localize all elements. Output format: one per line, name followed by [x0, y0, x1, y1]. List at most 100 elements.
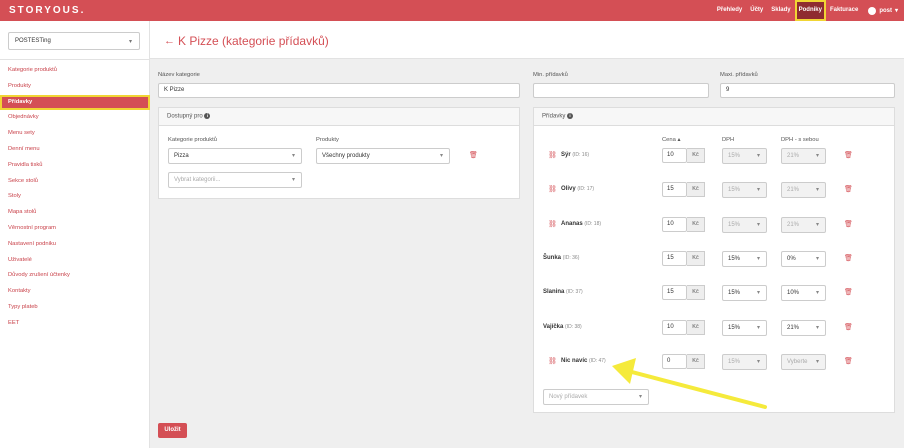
- addon-vat-takeaway-select[interactable]: 0% ▾: [781, 250, 826, 267]
- trash-icon[interactable]: 🗑: [469, 151, 478, 159]
- currency-addon: Kč: [687, 285, 705, 301]
- new-addon-select[interactable]: Nový přídavek ▾: [543, 389, 649, 405]
- sidebar-item-16[interactable]: EET: [0, 316, 150, 332]
- sidebar-item-3[interactable]: Objednávky: [0, 110, 150, 126]
- addon-price-input[interactable]: 10: [662, 148, 687, 163]
- sidebar-item-6[interactable]: Pravidla tisků: [0, 158, 150, 174]
- brand-logo[interactable]: STORYOUS.: [9, 5, 85, 16]
- addon-vat-takeaway-select[interactable]: Vyberte ▾: [781, 353, 826, 370]
- addon-vat-select[interactable]: 15% ▾: [722, 216, 767, 233]
- nav-item-2[interactable]: Sklady: [767, 0, 794, 21]
- max-addons-input[interactable]: 9: [720, 83, 895, 98]
- sidebar-item-0[interactable]: Kategorie produktů: [0, 63, 150, 79]
- nav-item-3[interactable]: Podniky: [794, 0, 826, 21]
- trash-icon[interactable]: 🗑: [844, 357, 853, 365]
- currency-addon: Kč: [687, 182, 705, 198]
- min-addons-input[interactable]: [533, 83, 709, 98]
- addon-vat-takeaway-select[interactable]: 10% ▾: [781, 285, 826, 302]
- sidebar-item-11[interactable]: Nastavení podniku: [0, 237, 150, 253]
- sidebar-item-5[interactable]: Denní menu: [0, 142, 150, 158]
- addon-price-input[interactable]: 0: [662, 353, 687, 369]
- chevron-down-icon: ▾: [439, 153, 443, 159]
- info-icon[interactable]: i: [204, 113, 211, 119]
- sidebar-item-4[interactable]: Menu sety: [0, 126, 150, 142]
- nav-item-1[interactable]: Účty: [746, 0, 767, 21]
- sidebar-item-15[interactable]: Typy plateb: [0, 300, 150, 316]
- addon-name[interactable]: Vajíčka (ID: 38): [543, 324, 582, 330]
- link-icon[interactable]: ⛓: [548, 185, 557, 193]
- nav-item-4[interactable]: Fakturace: [826, 0, 862, 21]
- sidebar-item-2[interactable]: Přídavky: [0, 94, 150, 111]
- sidebar-item-1[interactable]: Produkty: [0, 79, 150, 95]
- sidebar-item-12[interactable]: Uživatelé: [0, 253, 150, 269]
- addon-price-input[interactable]: 15: [662, 285, 687, 301]
- trash-icon[interactable]: 🗑: [844, 220, 853, 228]
- category-name-input[interactable]: K Pizze: [158, 83, 520, 98]
- addon-name[interactable]: Nic navíc (ID: 47): [561, 358, 606, 364]
- chevron-down-icon: ▾: [128, 39, 132, 45]
- addon-name[interactable]: Sýr (ID: 16): [561, 152, 589, 158]
- addon-vat-select[interactable]: 15% ▾: [722, 353, 767, 370]
- addon-name[interactable]: Slanina (ID: 37): [543, 289, 583, 295]
- chevron-down-icon: ▾: [756, 358, 760, 365]
- availability-title: Dostupný pro: [167, 113, 203, 120]
- add-category-select[interactable]: Vybrat kategorii... ▾: [168, 172, 302, 188]
- chevron-down-icon: ▾: [756, 255, 760, 262]
- vat-takeaway-column-header: DPH - s sebou: [781, 137, 819, 143]
- chevron-down-icon: ▾: [815, 290, 819, 297]
- sidebar-item-8[interactable]: Stoly: [0, 189, 150, 205]
- trash-icon[interactable]: 🗑: [844, 288, 853, 296]
- addon-price-input[interactable]: 10: [662, 216, 687, 232]
- addon-vat-takeaway-select[interactable]: 21% ▾: [781, 148, 826, 164]
- addon-price-input[interactable]: 15: [662, 182, 687, 198]
- chevron-down-icon: ▾: [638, 394, 642, 400]
- min-addons-label: Min. přídavků: [533, 72, 568, 78]
- back-arrow-icon[interactable]: ←: [164, 35, 175, 47]
- addon-vat-select[interactable]: 15% ▾: [722, 148, 767, 164]
- addon-price-input[interactable]: 10: [662, 319, 687, 335]
- sidebar-item-9[interactable]: Mapa stolů: [0, 205, 150, 221]
- link-icon[interactable]: ⛓: [548, 357, 557, 365]
- sidebar-item-14[interactable]: Kontakty: [0, 284, 150, 300]
- addons-title: Přídavky: [542, 113, 566, 120]
- addon-name[interactable]: Šunka (ID: 36): [543, 255, 579, 261]
- addon-name[interactable]: Ananas (ID: 18): [561, 221, 601, 227]
- chevron-down-icon: ▾: [815, 153, 819, 159]
- info-icon[interactable]: i: [567, 113, 574, 119]
- price-column-header[interactable]: Cena ▴: [662, 137, 680, 143]
- addon-price-input[interactable]: 15: [662, 250, 687, 266]
- restaurant-select[interactable]: POSTESTing ▾: [8, 32, 140, 50]
- sidebar-item-10[interactable]: Věrnostní program: [0, 221, 150, 237]
- trash-icon[interactable]: 🗑: [844, 185, 853, 193]
- trash-icon[interactable]: 🗑: [844, 254, 853, 262]
- link-icon[interactable]: ⛓: [548, 220, 557, 228]
- addon-vat-takeaway-value: 21%: [787, 187, 800, 194]
- addon-vat-select[interactable]: 15% ▾: [722, 285, 767, 302]
- link-icon[interactable]: ⛓: [548, 151, 557, 159]
- sidebar-item-13[interactable]: Důvody zrušení účtenky: [0, 268, 150, 284]
- chevron-down-icon: ▾: [756, 221, 760, 228]
- product-category-select[interactable]: Pizza ▾: [168, 148, 302, 164]
- addon-vat-takeaway-select[interactable]: 21% ▾: [781, 182, 826, 199]
- products-select[interactable]: Všechny produkty ▾: [316, 148, 450, 164]
- chevron-down-icon: ▾: [815, 255, 819, 262]
- currency-addon: Kč: [687, 319, 705, 335]
- nav-item-0[interactable]: Přehledy: [713, 0, 746, 21]
- addon-vat-select[interactable]: 15% ▾: [722, 250, 767, 267]
- sidebar-item-7[interactable]: Sekce stolů: [0, 174, 150, 190]
- products-value: Všechny produkty: [322, 153, 370, 159]
- addon-vat-takeaway-select[interactable]: 21% ▾: [781, 319, 826, 336]
- addon-vat-select[interactable]: 15% ▾: [722, 319, 767, 336]
- sidebar-divider: [0, 59, 150, 60]
- chevron-down-icon: ▾: [756, 290, 760, 297]
- addon-vat-select[interactable]: 15% ▾: [722, 182, 767, 199]
- user-menu[interactable]: post ▾: [862, 6, 898, 15]
- main-nav: Přehledy Účty Sklady Podniky Fakturace post ▾: [713, 0, 898, 21]
- trash-icon[interactable]: 🗑: [844, 323, 853, 331]
- trash-icon[interactable]: 🗑: [844, 151, 853, 159]
- save-button[interactable]: Uložit: [158, 423, 187, 438]
- page-title: K Pizze (kategorie přídavků): [178, 34, 329, 48]
- products-label: Produkty: [316, 137, 339, 143]
- addon-name[interactable]: Olivy (ID: 17): [561, 186, 594, 192]
- addon-vat-takeaway-select[interactable]: 21% ▾: [781, 216, 826, 233]
